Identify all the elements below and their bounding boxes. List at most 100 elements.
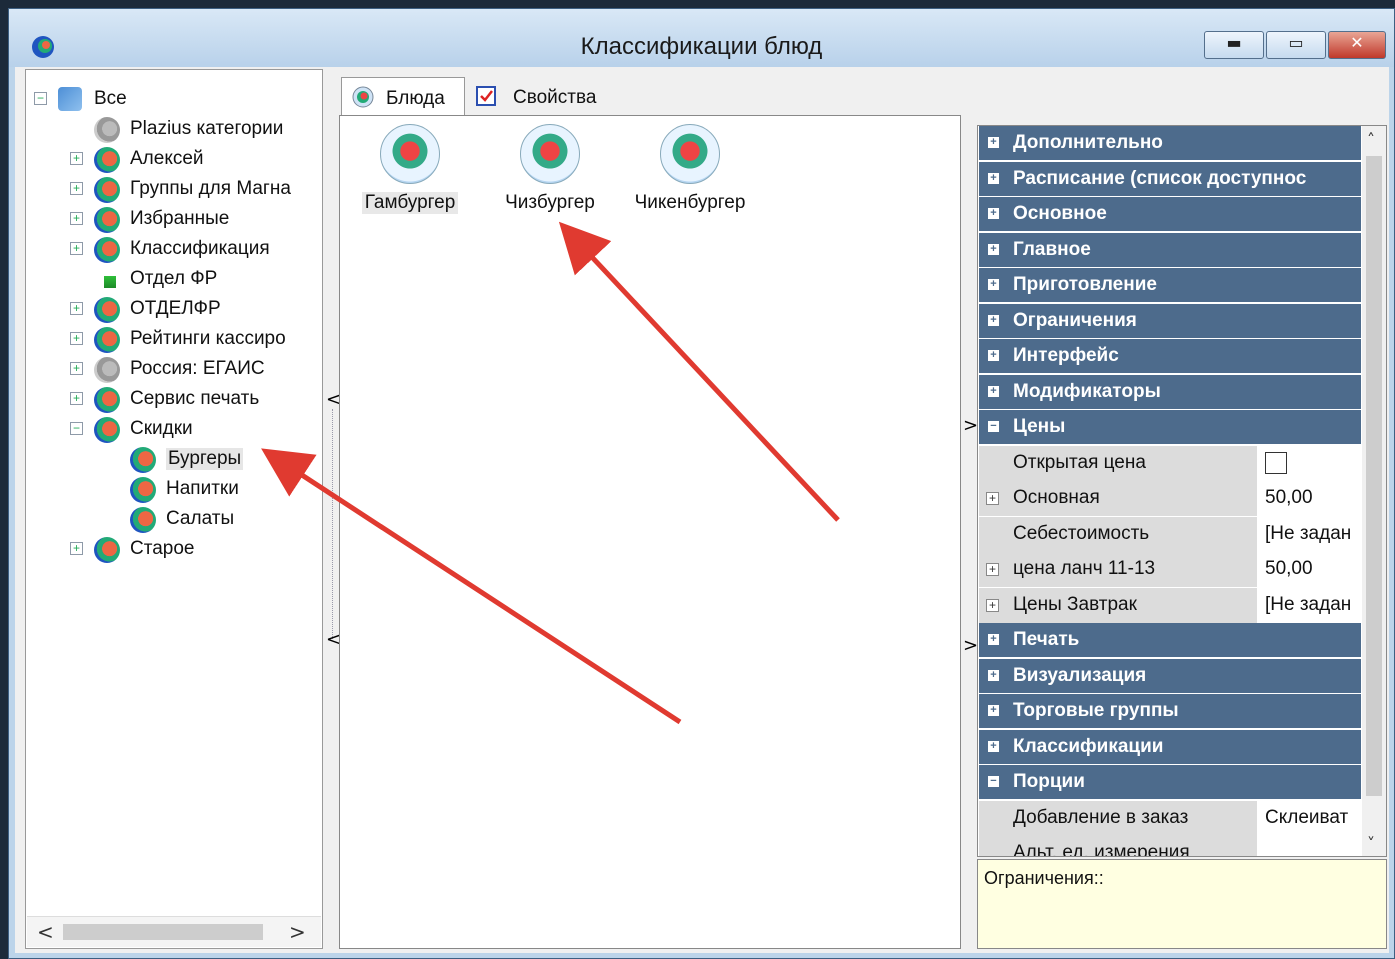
- expand-icon[interactable]: +: [988, 385, 999, 397]
- expand-icon[interactable]: +: [988, 137, 999, 148]
- close-button[interactable]: ✕: [1328, 31, 1386, 59]
- tree-horizontal-scrollbar[interactable]: < >: [27, 916, 321, 947]
- property-value[interactable]: Склеиват: [1259, 801, 1361, 836]
- property-gutter: +: [979, 552, 1007, 587]
- expand-icon[interactable]: +: [988, 634, 999, 645]
- property-value-text: [Не задан: [1265, 522, 1352, 544]
- property-category[interactable]: + Классификации: [979, 729, 1361, 765]
- expand-icon[interactable]: +: [986, 598, 999, 612]
- category-icon: [94, 387, 120, 413]
- dish-item[interactable]: Чизбургер: [490, 124, 610, 224]
- expand-icon[interactable]: +: [988, 705, 999, 716]
- scroll-left-icon[interactable]: <: [37, 920, 54, 944]
- category-icon: [94, 177, 120, 203]
- expand-icon[interactable]: +: [986, 563, 999, 576]
- expand-icon[interactable]: +: [988, 740, 999, 752]
- minimize-button[interactable]: ▬: [1204, 31, 1264, 59]
- property-name-label: Основная: [1013, 487, 1100, 508]
- tab-dishes-label: Блюда: [386, 88, 445, 109]
- burger-icon: [520, 124, 580, 184]
- collapse-icon[interactable]: −: [988, 776, 999, 787]
- expand-icon[interactable]: +: [988, 350, 999, 361]
- scroll-thumb[interactable]: [1366, 156, 1382, 796]
- close-icon: ✕: [1350, 33, 1364, 52]
- dish-list[interactable]: Гамбургер Чизбургер Чикенбургер: [339, 115, 961, 949]
- property-category[interactable]: + Приготовление: [979, 268, 1361, 303]
- expand-icon[interactable]: +: [70, 182, 83, 195]
- expand-icon[interactable]: +: [988, 279, 999, 290]
- category-icon: [94, 147, 120, 173]
- scroll-up-icon[interactable]: ˄: [1367, 130, 1375, 149]
- property-value[interactable]: 50,00: [1259, 481, 1361, 516]
- property-category[interactable]: + Печать: [979, 623, 1361, 658]
- category-icon: [94, 207, 120, 233]
- collapse-icon[interactable]: −: [70, 422, 83, 435]
- property-row[interactable]: + цена ланч 11-13 50,00: [979, 552, 1361, 587]
- expand-icon[interactable]: +: [70, 332, 83, 345]
- scroll-thumb[interactable]: [63, 924, 263, 940]
- expand-icon[interactable]: +: [70, 302, 83, 315]
- category-icon: [94, 537, 120, 563]
- right-splitter[interactable]: > >: [961, 115, 978, 949]
- dish-item[interactable]: Чикенбургер: [630, 124, 750, 224]
- property-grid-scrollbar[interactable]: ˄ ˅: [1362, 126, 1386, 856]
- property-value[interactable]: [1259, 446, 1361, 481]
- property-category[interactable]: + Основное: [979, 197, 1361, 232]
- property-category[interactable]: + Интерфейс: [979, 339, 1361, 374]
- property-category[interactable]: + Торговые группы: [979, 694, 1361, 729]
- tab-properties[interactable]: Свойства: [465, 77, 625, 115]
- expand-icon[interactable]: +: [70, 362, 83, 375]
- property-name: цена ланч 11-13: [1007, 552, 1257, 587]
- property-category[interactable]: + Дополнительно: [979, 126, 1361, 161]
- category-tree[interactable]: − Все < > Plazius категории + Алексей + Груп…: [25, 69, 323, 949]
- collapse-icon[interactable]: −: [988, 421, 999, 432]
- description-text: Ограничения::: [984, 868, 1104, 888]
- property-category[interactable]: + Ограничения: [979, 303, 1361, 339]
- expand-icon[interactable]: +: [988, 243, 999, 255]
- property-name-label: Себестоимость: [1013, 522, 1150, 544]
- maximize-button[interactable]: ▭: [1266, 31, 1326, 59]
- expand-icon[interactable]: +: [70, 392, 83, 405]
- burger-icon: [660, 124, 720, 184]
- property-value[interactable]: [1259, 836, 1361, 856]
- tab-dishes[interactable]: Блюда: [341, 77, 465, 115]
- expand-icon[interactable]: +: [986, 492, 999, 505]
- property-category[interactable]: − Порции: [979, 765, 1361, 800]
- property-gutter: [979, 800, 1007, 836]
- expand-icon[interactable]: +: [70, 242, 83, 255]
- expand-icon[interactable]: +: [988, 669, 999, 681]
- property-category[interactable]: − Цены: [979, 410, 1361, 445]
- collapse-right-icon-2[interactable]: >: [963, 635, 978, 656]
- collapse-icon[interactable]: −: [34, 92, 47, 105]
- property-value[interactable]: [Не задан: [1259, 517, 1361, 552]
- property-value[interactable]: 50,00: [1259, 552, 1361, 587]
- property-category[interactable]: + Модификаторы: [979, 374, 1361, 410]
- tree-item-label: Избранные: [130, 208, 230, 229]
- scroll-down-icon[interactable]: ˅: [1367, 834, 1375, 853]
- property-row[interactable]: Открытая цена: [979, 445, 1361, 481]
- expand-icon[interactable]: +: [988, 172, 999, 184]
- expand-icon[interactable]: +: [70, 212, 83, 225]
- expand-icon[interactable]: +: [70, 152, 83, 165]
- property-row[interactable]: Альт. ед. измерения: [979, 836, 1361, 856]
- scroll-right-icon[interactable]: >: [289, 920, 306, 944]
- expand-icon[interactable]: +: [988, 208, 999, 219]
- dish-item[interactable]: Гамбургер: [350, 124, 470, 224]
- property-category[interactable]: + Визуализация: [979, 658, 1361, 694]
- property-category[interactable]: + Главное: [979, 232, 1361, 268]
- tab-properties-label: Свойства: [513, 87, 597, 108]
- property-value[interactable]: [Не задан: [1259, 588, 1361, 623]
- property-name-label: Цены Завтрак: [1013, 593, 1137, 615]
- property-grid[interactable]: Альт. ед. измерения Добавление в заказ Скл…: [977, 125, 1387, 857]
- collapse-right-icon[interactable]: >: [963, 415, 978, 436]
- title-bar[interactable]: Классификации блюд ▬ ▭ ✕: [9, 9, 1394, 67]
- expand-icon[interactable]: +: [988, 314, 999, 326]
- property-row[interactable]: + Цены Завтрак [Не задан: [979, 587, 1361, 623]
- property-row[interactable]: Себестоимость [Не задан: [979, 516, 1361, 552]
- open-price-checkbox[interactable]: [1265, 451, 1287, 474]
- property-category[interactable]: + Расписание (список доступнос: [979, 161, 1361, 197]
- property-row[interactable]: + Основная 50,00: [979, 481, 1361, 516]
- expand-icon[interactable]: +: [70, 542, 83, 555]
- property-row[interactable]: Добавление в заказ Склеиват: [979, 800, 1361, 836]
- property-category-label: Цены: [1013, 416, 1066, 437]
